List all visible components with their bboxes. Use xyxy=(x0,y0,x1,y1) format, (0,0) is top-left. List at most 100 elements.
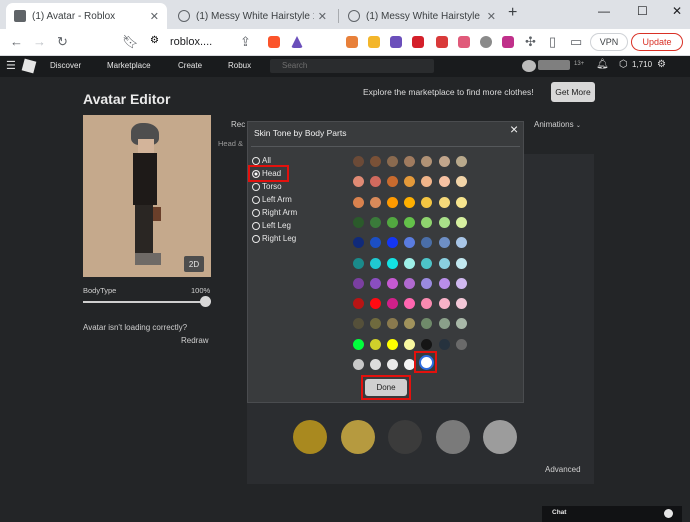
body-part-all[interactable]: All xyxy=(252,156,271,165)
tab-recent[interactable]: Rec xyxy=(231,120,245,129)
skin-tone-swatch[interactable] xyxy=(455,257,467,269)
toggle-2d-button[interactable]: 2D xyxy=(184,256,204,272)
nav-marketplace[interactable]: Marketplace xyxy=(107,61,151,70)
notifications-icon[interactable]: 🔔︎ xyxy=(596,59,609,70)
skin-tone-swatch[interactable] xyxy=(404,338,416,350)
extensions-puzzle-icon[interactable]: ✣ xyxy=(525,34,536,50)
nav-robux[interactable]: Robux xyxy=(228,61,251,70)
settings-gear-icon[interactable]: ⚙ xyxy=(657,59,666,70)
skin-tone-swatch[interactable] xyxy=(404,257,416,269)
radio-button[interactable] xyxy=(252,182,260,191)
skin-tone-swatch[interactable] xyxy=(455,277,467,289)
skin-tone-swatch[interactable] xyxy=(353,216,364,228)
extension-icon[interactable] xyxy=(436,36,448,48)
chat-bar[interactable]: Chat xyxy=(542,506,682,522)
advanced-link[interactable]: Advanced xyxy=(545,465,581,474)
nav-discover[interactable]: Discover xyxy=(50,61,81,70)
skin-tone-swatch[interactable] xyxy=(438,338,450,350)
body-part-torso[interactable]: Torso xyxy=(252,182,282,191)
skin-tone-swatch[interactable] xyxy=(455,196,467,208)
wallet-icon[interactable]: ▭ xyxy=(570,34,582,50)
skin-tone-swatch[interactable] xyxy=(387,338,399,350)
skin-tone-swatch[interactable] xyxy=(483,420,517,454)
extension-icon[interactable] xyxy=(346,36,358,48)
radio-button[interactable] xyxy=(252,156,260,165)
skin-tone-swatch[interactable] xyxy=(436,420,470,454)
extension-icon[interactable] xyxy=(412,36,424,48)
skin-tone-swatch[interactable] xyxy=(370,277,382,289)
skin-tone-swatch[interactable] xyxy=(293,420,327,454)
skin-tone-swatch[interactable] xyxy=(353,359,364,370)
skin-tone-swatch[interactable] xyxy=(455,156,467,167)
radio-button[interactable] xyxy=(252,234,260,243)
robux-count[interactable]: 1,710 xyxy=(632,60,652,69)
forward-icon[interactable]: → xyxy=(33,34,46,49)
radio-button[interactable] xyxy=(252,221,260,230)
skin-tone-swatch[interactable] xyxy=(438,156,450,167)
extension-icon[interactable] xyxy=(390,36,402,48)
radio-button[interactable] xyxy=(252,208,260,217)
skin-tone-swatch[interactable] xyxy=(421,196,433,208)
skin-tone-swatch[interactable] xyxy=(438,318,450,330)
skin-tone-swatch[interactable] xyxy=(387,196,399,208)
minimize-icon[interactable]: — xyxy=(598,4,610,18)
skin-tone-swatch[interactable] xyxy=(404,196,416,208)
skin-tone-swatch[interactable] xyxy=(353,277,364,289)
download-icon[interactable] xyxy=(480,36,492,48)
address-bar[interactable]: ⚙ roblox.... xyxy=(142,32,332,53)
back-icon[interactable]: ← xyxy=(10,34,23,49)
extension-icon[interactable] xyxy=(368,36,380,48)
skin-tone-swatch[interactable] xyxy=(438,277,450,289)
username[interactable] xyxy=(538,60,570,70)
skin-tone-swatch[interactable] xyxy=(341,420,375,454)
browser-tab-avatar[interactable]: (1) Avatar - Roblox ✕ xyxy=(6,3,167,29)
skin-tone-swatch[interactable] xyxy=(387,216,399,228)
body-part-right-arm[interactable]: Right Arm xyxy=(252,208,297,217)
skin-tone-swatch[interactable] xyxy=(455,216,467,228)
skin-tone-swatch[interactable] xyxy=(370,257,382,269)
search-input[interactable]: Search xyxy=(270,59,434,73)
site-info-icon[interactable]: ⚙ xyxy=(150,35,159,46)
skin-tone-swatch[interactable] xyxy=(387,277,399,289)
body-type-slider-handle[interactable] xyxy=(200,296,211,307)
get-more-button[interactable]: Get More xyxy=(551,82,595,102)
body-type-slider[interactable] xyxy=(83,301,208,303)
skin-tone-swatch[interactable] xyxy=(438,176,450,188)
update-button[interactable]: Update xyxy=(631,33,683,51)
browser-tab-hairstyle-1[interactable]: (1) Messy White Hairstyle 13.0 - Rob ✕ xyxy=(170,3,335,29)
close-icon[interactable]: × xyxy=(510,121,518,137)
skin-tone-swatch[interactable] xyxy=(438,257,450,269)
extension-icon[interactable] xyxy=(458,36,470,48)
skin-tone-swatch[interactable] xyxy=(438,196,450,208)
skin-tone-swatch[interactable] xyxy=(455,176,467,188)
avatar[interactable] xyxy=(522,60,536,72)
menu-icon[interactable]: ☰ xyxy=(6,59,16,72)
tab-animations[interactable]: Animations ⌄ xyxy=(534,120,581,129)
body-part-right-leg[interactable]: Right Leg xyxy=(252,234,296,243)
skin-tone-swatch[interactable] xyxy=(438,216,450,228)
nav-create[interactable]: Create xyxy=(178,61,202,70)
skin-tone-swatch[interactable] xyxy=(370,196,382,208)
tab-close-icon[interactable]: ✕ xyxy=(318,10,327,23)
extension-icon[interactable] xyxy=(502,36,514,48)
vpn-button[interactable]: VPN xyxy=(590,33,628,51)
skin-tone-swatch[interactable] xyxy=(353,257,364,269)
maximize-icon[interactable]: ☐ xyxy=(637,4,648,18)
sidebar-icon[interactable]: ▯ xyxy=(549,34,556,50)
skin-tone-swatch[interactable] xyxy=(438,298,450,310)
skin-tone-swatch[interactable] xyxy=(370,216,382,228)
skin-tone-swatch[interactable] xyxy=(455,338,467,350)
body-part-left-arm[interactable]: Left Arm xyxy=(252,195,292,204)
robux-icon[interactable]: ⬡ xyxy=(619,59,628,70)
redraw-link[interactable]: Redraw xyxy=(181,336,209,345)
skin-tone-swatch[interactable] xyxy=(388,420,422,454)
close-window-icon[interactable]: ✕ xyxy=(672,4,682,18)
skin-tone-swatch[interactable] xyxy=(421,257,433,269)
skin-tone-swatch[interactable] xyxy=(370,338,382,350)
skin-tone-swatch[interactable] xyxy=(353,156,364,167)
skin-tone-swatch[interactable] xyxy=(353,196,364,208)
tab-close-icon[interactable]: ✕ xyxy=(487,10,496,23)
brave-shield-icon[interactable] xyxy=(268,36,280,48)
share-icon[interactable]: ⇪ xyxy=(240,34,251,50)
skin-tone-swatch[interactable] xyxy=(455,237,467,249)
